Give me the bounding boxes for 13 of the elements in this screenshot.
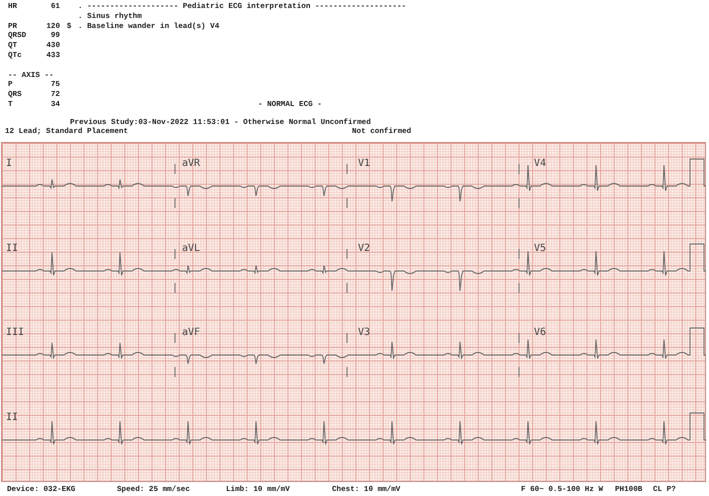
lead-label: V4 [534, 158, 548, 169]
lead-label: V3 [358, 327, 372, 338]
lead-label: II [6, 242, 20, 254]
lead-label: II [6, 412, 20, 422]
lead-label: V1 [358, 158, 372, 169]
lead-label: aVF [182, 327, 202, 338]
lead-label: V5 [534, 242, 548, 254]
lead-label: V6 [534, 327, 548, 338]
lead-label: I [6, 158, 14, 169]
lead-label: aVR [182, 158, 202, 169]
lead-label: aVL [182, 242, 202, 254]
lead-label: III [6, 327, 26, 338]
lead-label: V2 [358, 242, 372, 254]
